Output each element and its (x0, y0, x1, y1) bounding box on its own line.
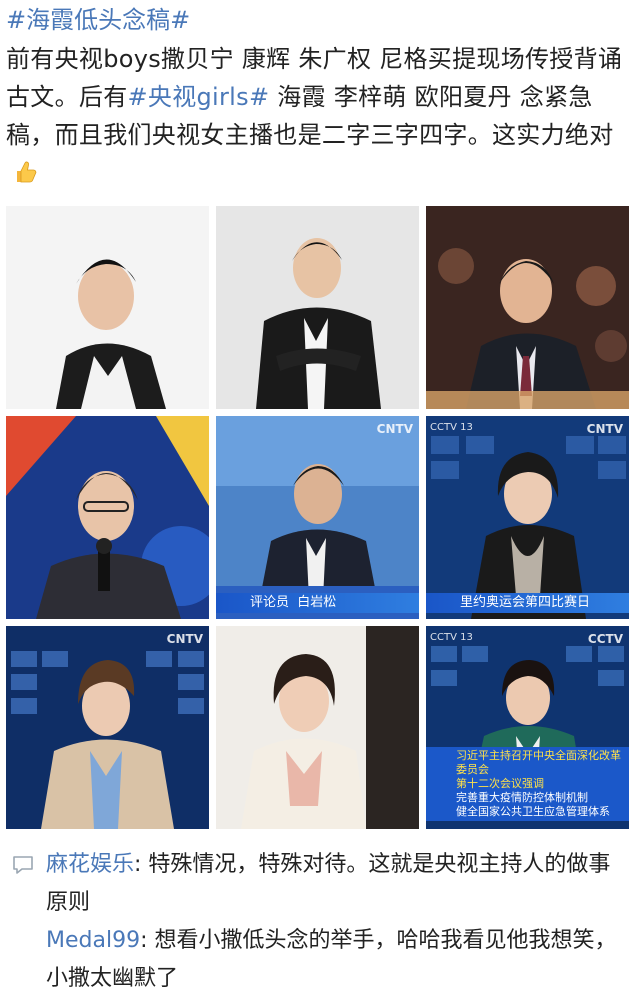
weibo-post: #海霞低头念稿# 前有央视boys撒贝宁 康辉 朱广权 尼格买提现场传授背诵古文… (0, 0, 640, 1000)
comment-bubble-icon (13, 856, 33, 874)
news-ticker: 习近平主持召开中央全面深化改革委员会 第十二次会议强调 完善重大疫情防控体制机制… (426, 747, 629, 821)
channel-logo: CCTV 13 (430, 422, 473, 433)
hashtag-link[interactable]: #央视girls# (128, 83, 270, 111)
cntv-logo: CNTV (376, 422, 413, 436)
caption-name: 白岩松 (297, 595, 337, 610)
ticker-headline: 习近平主持召开中央全面深化改革委员会 (456, 749, 621, 776)
ticker-line2: 第十二次会议强调 (456, 777, 544, 790)
photo-6[interactable]: CCTV 13 CNTV 里约奥运会第四比赛日 (426, 416, 629, 619)
comments-section: 麻花娱乐: 特殊情况，特殊对待。这就是央视主持人的做事原则 Medal99: 想… (0, 846, 640, 998)
photo-1[interactable] (6, 206, 209, 409)
photo-9[interactable]: CCTV 13 CCTV 习近平主持召开中央全面深化改革委员会 第十二次会议强调… (426, 626, 629, 829)
host-photo (6, 206, 209, 409)
photo-3[interactable] (426, 206, 629, 409)
photo-grid: CNTV 评论员 白岩松 CCTV 13 CNTV 里约奥运会第四比赛日 CNT… (6, 206, 629, 829)
host-photo (216, 626, 419, 829)
ticker-line3: 完善重大疫情防控体制机制 (456, 791, 588, 804)
thumbs-up-icon (17, 161, 37, 183)
comment-username[interactable]: Medal99 (46, 928, 140, 953)
host-photo (426, 206, 629, 409)
photo-5[interactable]: CNTV 评论员 白岩松 (216, 416, 419, 619)
comment-item: Medal99: 想看小撒低头念的举手，哈哈我看见他我想笑，小撒太幽默了 (0, 922, 640, 998)
news-caption: 里约奥运会第四比赛日 (426, 593, 629, 613)
comment-username[interactable]: 麻花娱乐 (46, 852, 134, 877)
cntv-logo: CNTV (166, 632, 203, 646)
ticker-line4: 健全国家公共卫生应急管理体系 (456, 805, 610, 818)
photo-7[interactable]: CNTV (6, 626, 209, 829)
host-photo (216, 416, 419, 619)
caption-prefix: 评论员 (250, 595, 290, 610)
channel-logo: CCTV 13 (430, 632, 473, 643)
cntv-logo: CNTV (586, 422, 623, 436)
cctv-logo: CCTV (587, 632, 623, 646)
host-photo (216, 206, 419, 409)
photo-4[interactable] (6, 416, 209, 619)
photo-8[interactable] (216, 626, 419, 829)
post-body: 前有央视boys撒贝宁 康辉 朱广权 尼格买提现场传授背诵古文。后有#央视gir… (6, 40, 632, 192)
comment-item: 麻花娱乐: 特殊情况，特殊对待。这就是央视主持人的做事原则 (0, 846, 640, 922)
host-photo (6, 416, 209, 619)
hashtag-title[interactable]: #海霞低头念稿# (6, 2, 190, 38)
host-photo (426, 416, 629, 619)
news-caption: 评论员 白岩松 (216, 593, 419, 613)
host-photo (6, 626, 209, 829)
photo-2[interactable] (216, 206, 419, 409)
